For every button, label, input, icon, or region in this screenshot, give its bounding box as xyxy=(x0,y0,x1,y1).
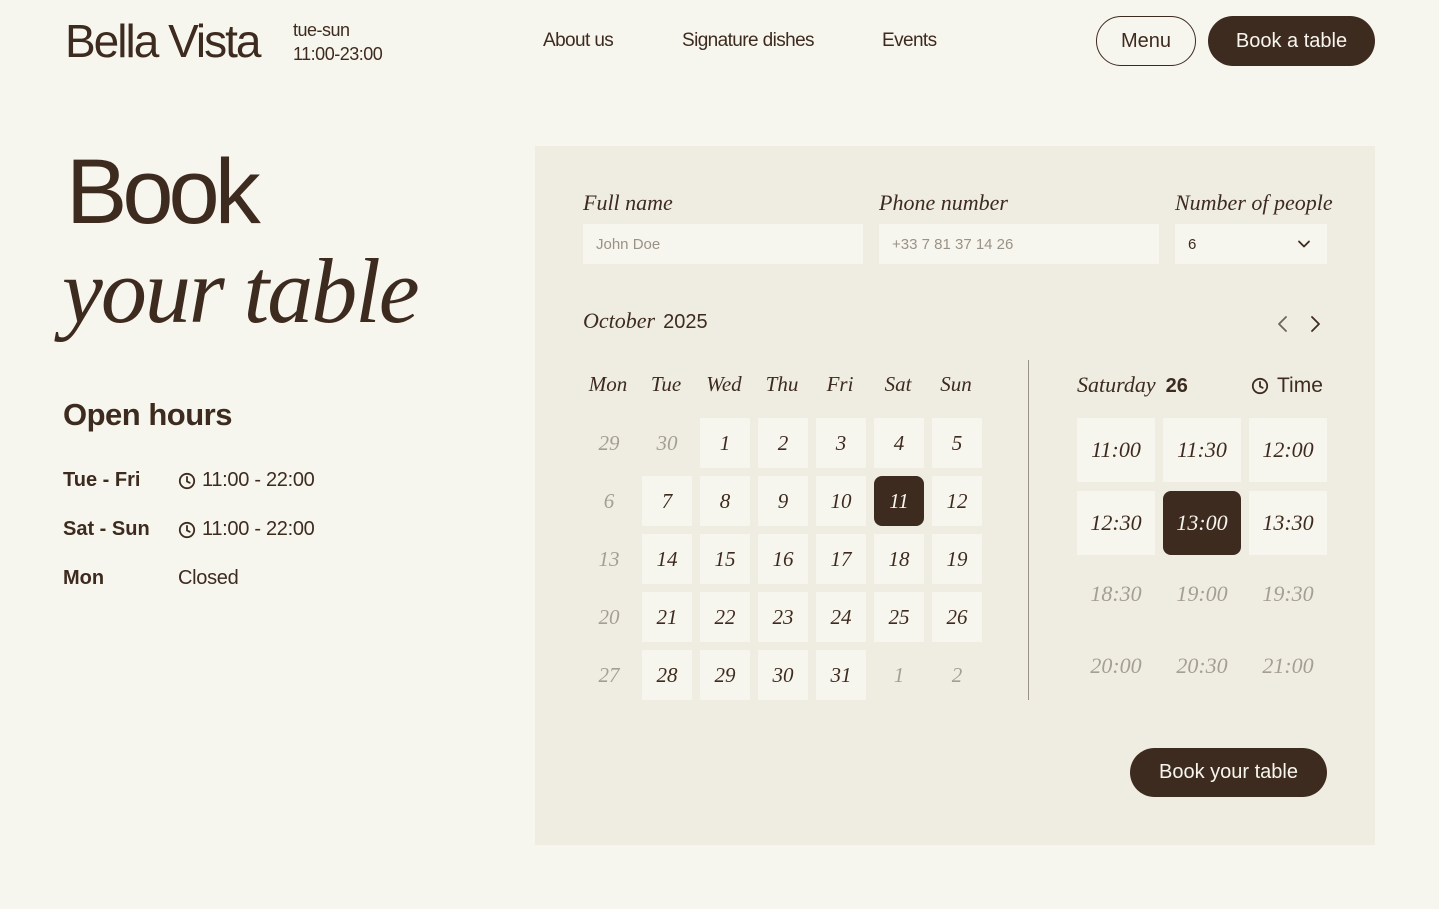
open-hours-value: 11:00 - 22:00 xyxy=(202,469,315,491)
open-hours-day: Tue - Fri xyxy=(63,469,141,491)
calendar-day: 27 xyxy=(598,662,620,687)
time-slot: 19:00 xyxy=(1176,581,1228,606)
header-hours: tue-sun 11:00-23:00 xyxy=(293,18,383,66)
calendar-day[interactable]: 19 xyxy=(932,534,982,584)
chevron-right-icon[interactable] xyxy=(1305,314,1325,334)
weekday-mon: Mon xyxy=(588,372,628,396)
time-slot: 20:30 xyxy=(1176,653,1228,678)
calendar-day[interactable]: 22 xyxy=(700,592,750,642)
weekday-sat: Sat xyxy=(884,372,912,396)
header-days: tue-sun xyxy=(293,20,350,40)
calendar-day[interactable]: 7 xyxy=(642,476,692,526)
time-slot[interactable]: 13:30 xyxy=(1249,491,1327,555)
calendar-month: October xyxy=(583,308,656,333)
calendar-day[interactable]: 31 xyxy=(816,650,866,700)
time-slot[interactable]: 12:00 xyxy=(1249,418,1327,482)
selected-day-name: Saturday xyxy=(1077,372,1156,397)
time-slot: 18:30 xyxy=(1090,581,1142,606)
calendar-day[interactable]: 3 xyxy=(816,418,866,468)
number-of-people-label: Number of people xyxy=(1175,190,1333,215)
calendar-day[interactable]: 17 xyxy=(816,534,866,584)
calendar-day[interactable]: 16 xyxy=(758,534,808,584)
time-label-text: Time xyxy=(1277,374,1323,397)
nav-events[interactable]: Events xyxy=(882,30,937,52)
chevron-left-icon[interactable] xyxy=(1273,314,1293,334)
time-slot[interactable]: 11:00 xyxy=(1077,418,1155,482)
time-slot: 19:30 xyxy=(1262,581,1314,606)
phone-number-input[interactable] xyxy=(879,224,1159,264)
open-hours-day: Sat - Sun xyxy=(63,518,150,540)
calendar-day[interactable]: 10 xyxy=(816,476,866,526)
calendar-year: 2025 xyxy=(663,311,708,333)
open-hours-value-wrap: Closed xyxy=(178,567,239,590)
calendar-day[interactable]: 26 xyxy=(932,592,982,642)
phone-number-label: Phone number xyxy=(879,190,1008,215)
calendar-month-title: October 2025 xyxy=(583,308,708,334)
calendar-day[interactable]: 12 xyxy=(932,476,982,526)
calendar-day: 6 xyxy=(603,488,615,513)
time-slot[interactable]: 11:30 xyxy=(1163,418,1241,482)
calendar-day[interactable]: 28 xyxy=(642,650,692,700)
open-hours-value-wrap: 11:00 - 22:00 xyxy=(178,469,315,492)
selected-day-number: 26 xyxy=(1165,375,1188,397)
calendar-day[interactable]: 5 xyxy=(932,418,982,468)
calendar-day[interactable]: 1 xyxy=(700,418,750,468)
calendar-day[interactable]: 29 xyxy=(700,650,750,700)
weekday-tue: Tue xyxy=(650,372,682,396)
calendar-day: 29 xyxy=(598,430,620,455)
weekday-thu: Thu xyxy=(765,372,799,396)
full-name-label: Full name xyxy=(583,190,673,215)
open-hours-title: Open hours xyxy=(63,397,232,432)
calendar-day: 2 xyxy=(951,662,963,687)
number-of-people-value: 6 xyxy=(1188,235,1197,253)
calendar-day: 30 xyxy=(656,430,678,455)
calendar-day[interactable]: 8 xyxy=(700,476,750,526)
booking-panel: Full name Phone number Number of people … xyxy=(535,146,1375,845)
clock-icon xyxy=(178,472,196,489)
calendar-day[interactable]: 23 xyxy=(758,592,808,642)
open-hours-day: Mon xyxy=(63,567,105,589)
number-of-people-select[interactable]: 6 xyxy=(1175,224,1327,264)
calendar-day[interactable]: 30 xyxy=(758,650,808,700)
menu-button[interactable]: Menu xyxy=(1096,16,1196,66)
time-slot: 21:00 xyxy=(1262,653,1314,678)
calendar-day[interactable]: 14 xyxy=(642,534,692,584)
calendar-day: 1 xyxy=(893,662,905,687)
weekday-wed: Wed xyxy=(706,372,742,396)
full-name-input[interactable] xyxy=(583,224,863,264)
time-slot-selected[interactable]: 13:00 xyxy=(1163,491,1241,555)
open-hours-value-wrap: 11:00 - 22:00 xyxy=(178,518,315,541)
weekday-sun: Sun xyxy=(940,372,972,396)
calendar-day[interactable]: 2 xyxy=(758,418,808,468)
time-slot: 20:00 xyxy=(1090,653,1142,678)
calendar-day[interactable]: 24 xyxy=(816,592,866,642)
calendar-day-selected[interactable]: 11 xyxy=(874,476,924,526)
calendar-day[interactable]: 4 xyxy=(874,418,924,468)
calendar-day: 20 xyxy=(598,604,620,629)
time-slot[interactable]: 12:30 xyxy=(1077,491,1155,555)
selected-date: Saturday 26 xyxy=(1077,372,1188,398)
calendar-day: 13 xyxy=(598,546,620,571)
open-hours-value: Closed xyxy=(178,567,239,589)
calendar-divider xyxy=(1028,360,1029,700)
open-hours-value: 11:00 - 22:00 xyxy=(202,518,315,540)
weekday-fri: Fri xyxy=(826,372,854,396)
clock-icon xyxy=(1251,377,1269,395)
calendar-day[interactable]: 25 xyxy=(874,592,924,642)
nav-signature-dishes[interactable]: Signature dishes xyxy=(682,30,815,52)
clock-icon xyxy=(178,521,196,538)
calendar-day[interactable]: 21 xyxy=(642,592,692,642)
hero-title-your-table: your table xyxy=(62,240,420,342)
chevron-down-icon xyxy=(1298,240,1310,248)
calendar-day[interactable]: 18 xyxy=(874,534,924,584)
nav-about-us[interactable]: About us xyxy=(543,30,614,52)
header-time: 11:00-23:00 xyxy=(293,44,383,64)
time-label: Time xyxy=(1251,374,1323,398)
book-a-table-button[interactable]: Book a table xyxy=(1208,16,1375,66)
calendar-day[interactable]: 9 xyxy=(758,476,808,526)
brand-logo[interactable]: Bella Vista xyxy=(65,14,262,68)
book-your-table-button[interactable]: Book your table xyxy=(1130,748,1327,797)
calendar-day[interactable]: 15 xyxy=(700,534,750,584)
hero-title-book: Book xyxy=(66,141,261,243)
